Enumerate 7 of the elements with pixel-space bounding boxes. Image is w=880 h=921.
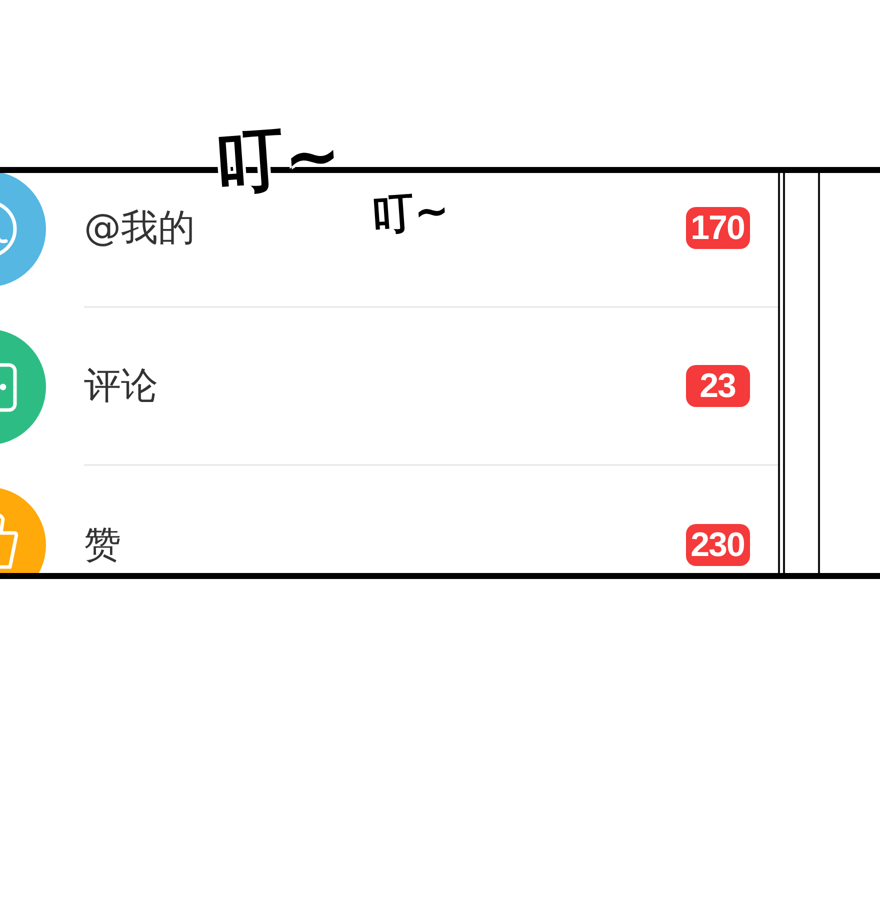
count-badge: 23 [686,365,750,407]
notification-label: @我的 [84,206,195,250]
count-badge: 170 [686,207,750,249]
notification-label: 评论 [84,364,158,408]
sound-effect-text: 叮~ [370,189,451,237]
count-badge: 230 [686,524,750,566]
notification-label: 赞 [84,522,121,568]
